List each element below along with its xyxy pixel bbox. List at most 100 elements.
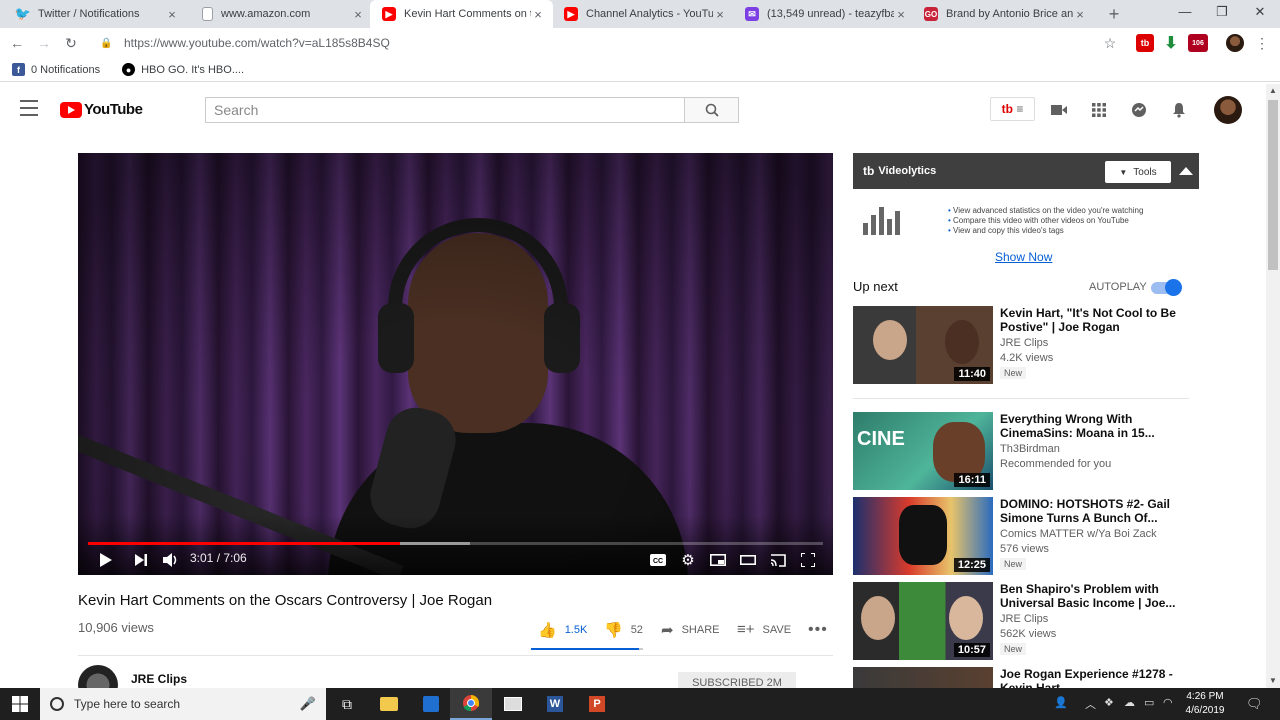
bookmark-hbo[interactable]: ● HBO GO. It's HBO.... — [122, 63, 244, 76]
wifi-icon[interactable]: ◠ — [1163, 696, 1173, 709]
word-icon[interactable]: W — [534, 688, 576, 720]
back-icon[interactable]: ← — [8, 34, 26, 52]
notifications-bell-icon[interactable] — [1168, 99, 1190, 121]
video-thumbnail[interactable] — [853, 667, 993, 688]
browser-tab-channel-analytics[interactable]: ▶ Channel Analytics - YouTube × — [552, 0, 735, 28]
video-thumbnail[interactable]: 12:25 — [853, 497, 993, 575]
captions-button[interactable]: CC — [648, 550, 668, 570]
dislike-button[interactable]: 👎 52 — [604, 621, 643, 639]
chrome-menu-icon[interactable]: ⋮ — [1253, 34, 1271, 52]
videolytics-tools-button[interactable]: ▼ Tools — [1105, 161, 1171, 183]
microphone-icon[interactable]: 🎤 — [300, 696, 316, 712]
show-hidden-icons-arrow[interactable]: ︿ — [1085, 696, 1096, 712]
scroll-up-arrow-icon[interactable]: ▲ — [1266, 84, 1280, 98]
close-tab-icon[interactable]: × — [894, 7, 908, 22]
page-scrollbar[interactable]: ▲ ▼ — [1266, 84, 1280, 688]
settings-button[interactable]: ⚙ — [678, 550, 698, 570]
recommendation-title[interactable]: DOMINO: HOTSHOTS #2- Gail Simone Turns A… — [1000, 497, 1180, 525]
download-extension-icon[interactable]: ⬇ — [1162, 34, 1180, 52]
close-tab-icon[interactable]: × — [165, 7, 179, 22]
close-tab-icon[interactable]: × — [1073, 7, 1087, 22]
close-tab-icon[interactable]: × — [351, 7, 365, 22]
start-button[interactable] — [0, 688, 40, 720]
browser-tab-amazon[interactable]: www.amazon.com × — [190, 0, 373, 28]
messages-icon[interactable] — [1128, 99, 1150, 121]
people-icon[interactable]: 👤 — [1054, 696, 1068, 709]
system-clock[interactable]: 4:26 PM 4/6/2019 — [1180, 690, 1230, 718]
recommendation-channel: Th3Birdman — [1000, 443, 1060, 455]
collapse-arrow-icon[interactable] — [1179, 167, 1193, 175]
forward-icon[interactable]: → — [35, 34, 53, 52]
playlist-add-icon: ≡+ — [737, 621, 755, 638]
like-button[interactable]: 👍 1.5K — [538, 621, 587, 639]
recommendation-item[interactable]: 11:40 Kevin Hart, "It's Not Cool to Be P… — [853, 306, 1189, 386]
maximize-button[interactable]: ❐ — [1207, 4, 1237, 24]
dropbox-icon[interactable]: ❖ — [1104, 696, 1114, 709]
miniplayer-button[interactable] — [708, 550, 728, 570]
theater-mode-button[interactable] — [738, 550, 758, 570]
onedrive-icon[interactable]: ☁ — [1124, 696, 1135, 709]
video-thumbnail[interactable]: 11:40 — [853, 306, 993, 384]
browser-tab-godaddy[interactable]: GO Brand by Antonio Brice and × — [912, 0, 1095, 28]
bookmark-facebook[interactable]: f 0 Notifications — [12, 63, 100, 76]
account-avatar[interactable] — [1214, 96, 1242, 124]
video-time: 3:01 / 7:06 — [190, 551, 247, 565]
minimize-button[interactable]: — — [1170, 4, 1200, 24]
file-explorer-icon[interactable] — [368, 688, 410, 720]
profile-avatar[interactable] — [1226, 34, 1244, 52]
recommendation-title[interactable]: Joe Rogan Experience #1278 - Kevin Hart — [1000, 667, 1180, 688]
chrome-icon[interactable] — [450, 688, 492, 720]
task-view-icon[interactable]: ⧉ — [326, 688, 368, 720]
action-center-icon[interactable]: 🗨 — [1246, 696, 1263, 712]
youtube-logo[interactable]: YouTube — [60, 101, 143, 118]
extension-badge-icon[interactable]: 106 — [1188, 34, 1208, 52]
tubebuddy-menu-button[interactable]: tb ≡ — [990, 97, 1035, 121]
guide-menu-icon[interactable] — [20, 100, 38, 116]
photos-icon[interactable] — [492, 688, 534, 720]
create-video-icon[interactable] — [1048, 99, 1070, 121]
fullscreen-button[interactable] — [798, 550, 818, 570]
show-now-link[interactable]: Show Now — [995, 250, 1052, 264]
recommendation-item[interactable]: 10:57 Ben Shapiro's Problem with Univers… — [853, 582, 1189, 662]
save-button[interactable]: ≡+ SAVE — [737, 621, 791, 638]
recommendation-title[interactable]: Ben Shapiro's Problem with Universal Bas… — [1000, 582, 1180, 610]
more-actions-icon[interactable]: ••• — [808, 621, 828, 639]
share-button[interactable]: ➦ SHARE — [661, 621, 719, 639]
taskbar-search-box[interactable]: Type here to search 🎤 — [40, 688, 326, 720]
new-tab-button[interactable]: + — [1104, 4, 1124, 24]
apps-grid-icon[interactable] — [1088, 99, 1110, 121]
autoplay-toggle[interactable] — [1151, 279, 1182, 296]
recommendation-item[interactable]: Joe Rogan Experience #1278 - Kevin Hart — [853, 667, 1189, 688]
cast-button[interactable] — [768, 550, 788, 570]
store-icon[interactable] — [410, 688, 452, 720]
recommendation-item[interactable]: CINE 16:11 Everything Wrong With CinemaS… — [853, 412, 1189, 492]
address-bar[interactable]: 🔒 https://www.youtube.com/watch?v=aL185s… — [90, 31, 1126, 55]
video-thumbnail[interactable]: CINE 16:11 — [853, 412, 993, 490]
video-progress-bar[interactable] — [88, 542, 823, 545]
reload-icon[interactable]: ↻ — [62, 34, 80, 52]
powerpoint-icon[interactable]: P — [576, 688, 618, 720]
recommendation-title[interactable]: Kevin Hart, "It's Not Cool to Be Postive… — [1000, 306, 1180, 334]
tubebuddy-extension-icon[interactable]: tb — [1136, 34, 1154, 52]
recommendation-item[interactable]: 12:25 DOMINO: HOTSHOTS #2- Gail Simone T… — [853, 497, 1189, 577]
bookmark-star-icon[interactable]: ☆ — [1101, 34, 1119, 52]
next-button[interactable] — [131, 550, 151, 570]
close-tab-icon[interactable]: × — [713, 7, 727, 22]
volume-button[interactable] — [160, 550, 182, 570]
play-button[interactable] — [96, 550, 116, 570]
browser-tab-yahoo-mail[interactable]: ✉ (13,549 unread) - teazyfbaby × — [733, 0, 916, 28]
channel-name[interactable]: JRE Clips — [131, 672, 187, 686]
scroll-down-arrow-icon[interactable]: ▼ — [1266, 674, 1280, 688]
youtube-play-logo-icon — [60, 101, 82, 118]
recommendation-title[interactable]: Everything Wrong With CinemaSins: Moana … — [1000, 412, 1180, 440]
search-input[interactable] — [205, 97, 685, 123]
video-player[interactable]: 3:01 / 7:06 CC ⚙ — [78, 153, 833, 575]
browser-tab-twitter[interactable]: 🐦 Twitter / Notifications × — [4, 0, 187, 28]
close-window-button[interactable]: ✕ — [1245, 4, 1275, 24]
close-tab-icon[interactable]: × — [531, 7, 545, 22]
battery-icon[interactable]: ▭ — [1144, 696, 1154, 709]
browser-tab-kevin-hart[interactable]: ▶ Kevin Hart Comments on the × — [370, 0, 553, 28]
scrollbar-thumb[interactable] — [1268, 100, 1278, 270]
video-thumbnail[interactable]: 10:57 — [853, 582, 993, 660]
search-button[interactable] — [684, 97, 739, 123]
